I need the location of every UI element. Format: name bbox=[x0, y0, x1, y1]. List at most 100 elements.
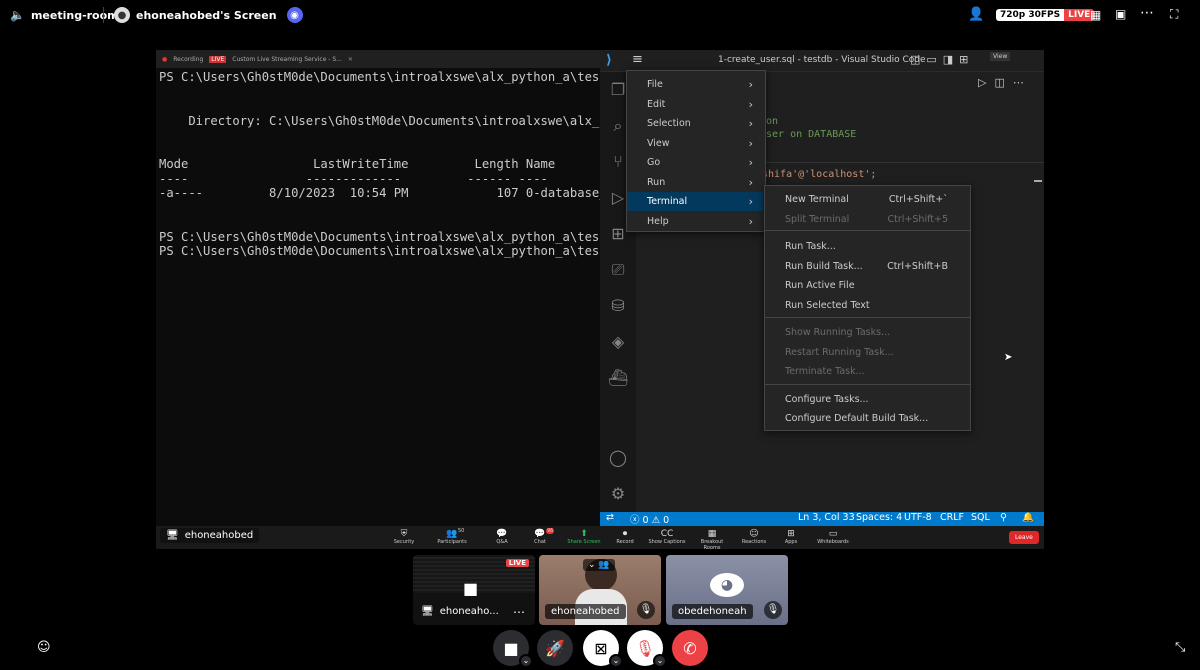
chevron-down-icon[interactable]: ⌄ bbox=[609, 654, 623, 668]
remote-icon[interactable]: ⇄ bbox=[606, 512, 614, 523]
explorer-icon[interactable]: ❐ bbox=[608, 80, 628, 100]
menu-item-selection[interactable]: Selection › bbox=[627, 114, 763, 133]
status-bar: ⇄ ⓧ 0 ⚠ 0 Ln 3, Col 33 Spaces: 4 UTF-8 C… bbox=[600, 512, 1044, 526]
terminal-menu-item[interactable]: Run Selected Text bbox=[765, 296, 970, 315]
encoding-status[interactable]: UTF-8 bbox=[904, 512, 932, 523]
vscode-logo-icon: ⟩ bbox=[606, 53, 612, 68]
chevron-down-icon[interactable]: ⌄ bbox=[519, 654, 533, 668]
exit-fullscreen-icon[interactable]: ⤡ bbox=[1175, 640, 1185, 655]
gear-icon[interactable]: ⚙ bbox=[608, 484, 628, 504]
stream-info[interactable]: ● ehoneahobed's Screen ◉ bbox=[114, 7, 303, 23]
zoom-tool-label: Chat bbox=[534, 539, 546, 545]
camera-button[interactable]: ■ ⌄ bbox=[493, 630, 533, 668]
zoom-tool-apps[interactable]: ⊞ Apps bbox=[771, 529, 811, 545]
chevron-down-icon[interactable]: ⌄ bbox=[653, 654, 667, 668]
zoom-tool-label: Participants bbox=[437, 539, 467, 545]
menu-item-run[interactable]: Run › bbox=[627, 173, 763, 192]
zoom-tool-whiteboards[interactable]: ▭ Whiteboards bbox=[813, 529, 853, 545]
terminal-output[interactable]: PS C:\Users\Gh0stM0de\Documents\introalx… bbox=[159, 70, 629, 259]
layout-icons[interactable]: ◫▭◨⊞ bbox=[910, 53, 974, 66]
menu-item-label: Restart Running Task... bbox=[785, 346, 894, 358]
more-icon[interactable]: ⋯ bbox=[1140, 5, 1154, 21]
tile-name: ehoneahobed bbox=[545, 604, 626, 619]
terminal-menu-item: Show Running Tasks... bbox=[765, 323, 970, 342]
zoom-tool-q-a[interactable]: 💬 Q&A bbox=[482, 529, 522, 545]
language-status[interactable]: SQL bbox=[971, 512, 990, 523]
chevron-right-icon: › bbox=[748, 97, 753, 111]
cursor-position[interactable]: Ln 3, Col 33 bbox=[798, 512, 855, 523]
zoom-tool-breakout-rooms[interactable]: ▦ Breakout Rooms bbox=[692, 529, 732, 549]
zoom-tool-participants[interactable]: 👥 Participants 50 bbox=[432, 528, 472, 545]
camera-icon: ■ bbox=[463, 579, 479, 598]
zoom-tool-record[interactable]: ⏺ Record bbox=[605, 529, 645, 545]
zoom-tool-security[interactable]: ⛨ Security bbox=[384, 529, 424, 545]
menu-item-help[interactable]: Help › bbox=[627, 212, 763, 231]
stream-quality: 720p 30FPS LIVE bbox=[996, 9, 1095, 21]
grid-icon[interactable]: ▦ bbox=[1090, 8, 1101, 22]
terminal-menu-item[interactable]: Run Build Task... Ctrl+Shift+B bbox=[765, 257, 970, 276]
terminal-menu-item[interactable]: New Terminal Ctrl+Shift+` bbox=[765, 190, 970, 209]
tile-screen-share[interactable]: LIVE ■ 🖥 ehoneaho... ⋯ bbox=[413, 555, 535, 625]
tile-obedehoneah[interactable]: ◕ obedehoneah 🎙 bbox=[666, 555, 788, 625]
feedback-icon[interactable]: ⚲ bbox=[1000, 512, 1007, 523]
menu-item-label: Run Active File bbox=[785, 280, 855, 291]
zoom-tool-chat[interactable]: 💬 Chat 96 bbox=[520, 528, 560, 545]
zoom-tool-show-captions[interactable]: CC Show Captions bbox=[647, 529, 687, 545]
problems-status[interactable]: ⓧ 0 ⚠ 0 bbox=[630, 512, 669, 526]
menu-item-go[interactable]: Go › bbox=[627, 153, 763, 172]
shared-screen[interactable]: ● Recording LIVE Custom Live Streaming S… bbox=[156, 50, 1044, 549]
tab-streaming[interactable]: Custom Live Streaming Service - S... bbox=[232, 56, 342, 63]
leave-button[interactable]: Leave bbox=[1009, 531, 1039, 544]
terminal-window[interactable]: ● Recording LIVE Custom Live Streaming S… bbox=[156, 50, 629, 526]
indent-status[interactable]: Spaces: 4 bbox=[856, 512, 902, 523]
menu-item-view[interactable]: View › bbox=[627, 134, 763, 153]
account-icon[interactable]: ◯ bbox=[608, 448, 628, 468]
menu-item-label: Configure Default Build Task... bbox=[785, 413, 929, 424]
hamburger-icon[interactable]: ≡ bbox=[632, 52, 643, 67]
view-chip[interactable]: View bbox=[990, 52, 1011, 61]
run-debug-icon[interactable]: ▷ bbox=[608, 188, 628, 208]
search-icon[interactable]: ⌕ bbox=[608, 116, 628, 136]
mute-button[interactable]: 🎙 ⌄ bbox=[627, 630, 667, 668]
docker-icon[interactable]: ⛴ bbox=[608, 368, 628, 388]
activity-button[interactable]: 🚀 bbox=[537, 630, 573, 666]
tab-recording[interactable]: Recording bbox=[173, 56, 203, 63]
add-friend-icon[interactable]: 👤 bbox=[968, 7, 984, 22]
menu-item-label: Help bbox=[647, 215, 669, 227]
terminal-menu-item[interactable]: Run Task... bbox=[765, 237, 970, 256]
zoom-tool-label: Show Captions bbox=[648, 539, 686, 545]
menu-item-terminal[interactable]: Terminal › bbox=[627, 192, 763, 211]
terminal-line: Directory: C:\Users\Gh0stM0de\Documents\… bbox=[159, 113, 629, 128]
stop-share-button[interactable]: ⊠ ⌄ bbox=[583, 630, 623, 668]
database-icon[interactable]: ⛁ bbox=[608, 296, 628, 316]
close-icon[interactable]: ✕ bbox=[348, 56, 353, 63]
terminal-menu-item[interactable]: Configure Tasks... bbox=[765, 390, 970, 409]
layers-icon[interactable]: ◈ bbox=[608, 332, 628, 352]
scrollbar[interactable] bbox=[1034, 180, 1042, 182]
editor-actions[interactable]: ▷◫⋯ bbox=[978, 76, 1032, 89]
tile-ehoneahobed[interactable]: ⌄ 👥 ehoneahobed 🎙 bbox=[539, 555, 661, 625]
menu-item-label: Run bbox=[647, 176, 666, 188]
menu-item-file[interactable]: File › bbox=[627, 75, 763, 94]
zoom-toolbar: 🖥 ehoneahobed ⛨ Security 👥 Participants 50 💬 Q… bbox=[156, 526, 1044, 549]
zoom-tool-label: Reactions bbox=[741, 539, 767, 545]
activities-icon[interactable]: ☺ bbox=[37, 640, 51, 655]
extensions-icon[interactable]: ⊞ bbox=[608, 224, 628, 244]
disconnect-button[interactable]: ✆ bbox=[672, 630, 708, 666]
zoom-tool-label: Whiteboards bbox=[817, 539, 849, 545]
source-control-icon[interactable]: ⑂ bbox=[608, 152, 628, 172]
remote-explorer-icon[interactable]: ⎚ bbox=[608, 260, 628, 280]
fullscreen-icon[interactable]: ⛶ bbox=[1170, 7, 1178, 22]
zoom-tool-reactions[interactable]: ☺ Reactions bbox=[734, 529, 774, 545]
menu-separator bbox=[765, 229, 970, 231]
terminal-menu-item[interactable]: Configure Default Build Task... bbox=[765, 409, 970, 428]
focus-controls[interactable]: ⌄ 👥 bbox=[583, 559, 615, 571]
more-icon[interactable]: ⋯ bbox=[513, 605, 525, 619]
bell-icon[interactable]: 🔔 bbox=[1022, 512, 1034, 523]
popout-icon[interactable]: ▣ bbox=[1115, 7, 1126, 21]
eol-status[interactable]: CRLF bbox=[940, 512, 964, 523]
zoom-tool-share-screen[interactable]: ⬆ Share Screen bbox=[564, 529, 604, 545]
terminal-menu-item[interactable]: Run Active File bbox=[765, 276, 970, 295]
menu-item-edit[interactable]: Edit › bbox=[627, 95, 763, 114]
